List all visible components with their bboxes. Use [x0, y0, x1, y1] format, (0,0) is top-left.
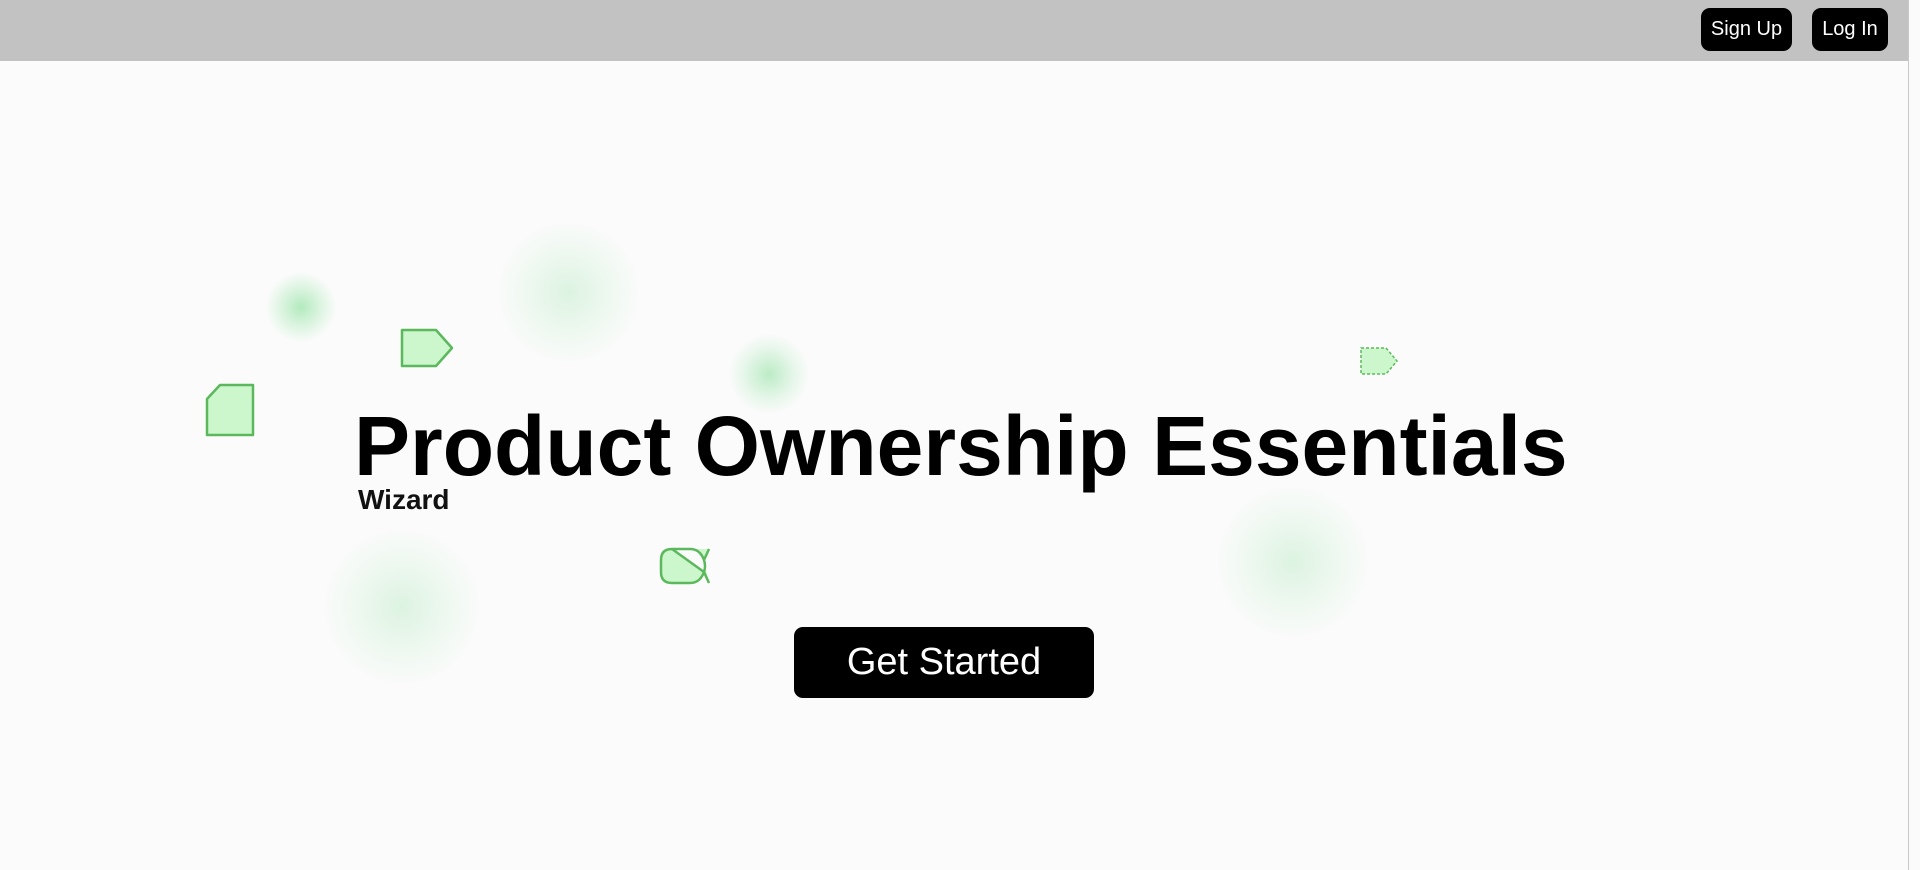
dashed-tag-shape: [1360, 347, 1398, 375]
background-glow: [266, 272, 336, 342]
background-glow: [322, 527, 482, 687]
page-subtitle: Wizard: [358, 484, 450, 515]
page-title: Product Ownership Essentials: [354, 399, 1568, 493]
sign-up-button[interactable]: Sign Up: [1701, 8, 1792, 51]
get-started-button[interactable]: Get Started: [794, 627, 1094, 698]
clipped-corner-square-shape: [205, 383, 255, 437]
top-navigation-bar: Sign Up Log In: [0, 0, 1908, 61]
vertical-scrollbar[interactable]: [1908, 0, 1920, 870]
pentagon-tag-shape: [400, 328, 454, 368]
rounded-fish-shape: [659, 547, 711, 585]
background-glow: [496, 220, 641, 365]
background-glow: [1215, 484, 1371, 640]
log-in-button[interactable]: Log In: [1812, 8, 1888, 51]
